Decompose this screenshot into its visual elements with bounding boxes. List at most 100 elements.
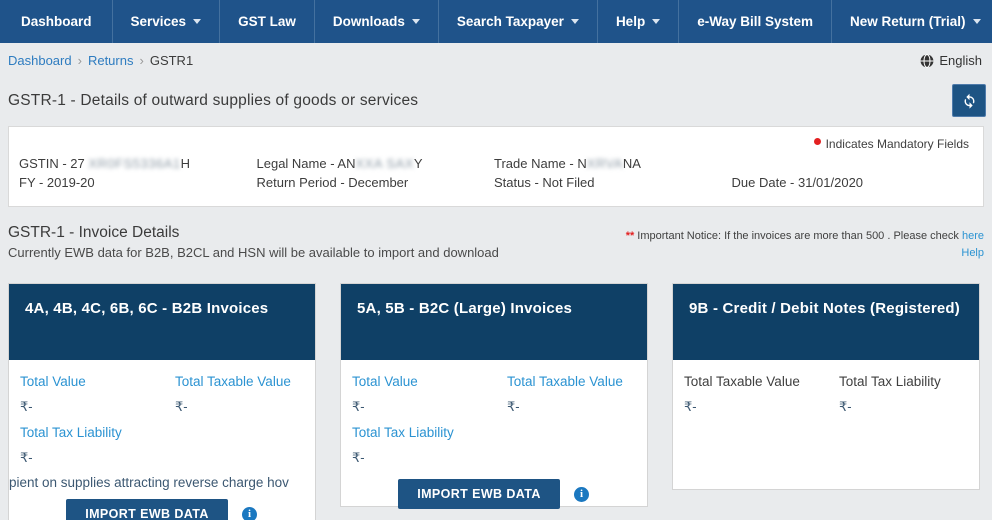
nav-downloads[interactable]: Downloads	[315, 0, 439, 43]
mandatory-fields-note: Indicates Mandatory Fields	[19, 135, 969, 153]
nav-downloads-label: Downloads	[332, 14, 405, 29]
total-value-link[interactable]: Total Value	[352, 374, 418, 389]
total-taxable-link[interactable]: Total Taxable Value	[507, 374, 623, 389]
help-line: Help	[626, 245, 984, 262]
page-title: GSTR-1 - Details of outward supplies of …	[8, 91, 419, 109]
summary-col-legal: Legal Name - ANXXA SAXY Return Period - …	[257, 155, 495, 192]
section-title: GSTR-1 - Invoice Details	[8, 224, 180, 241]
section-subtitle: Currently EWB data for B2B, B2CL and HSN…	[8, 245, 499, 260]
total-taxable-amount: ₹-	[175, 399, 188, 414]
tile-credit-debit-notes: 9B - Credit / Debit Notes (Registered) T…	[672, 283, 980, 490]
metric-total-taxable: Total Taxable Value ₹-	[175, 373, 303, 424]
tax-liability-amount: ₹-	[352, 450, 365, 465]
breadcrumb-returns[interactable]: Returns	[88, 53, 134, 68]
language-selector[interactable]: English	[920, 53, 982, 68]
nav-help[interactable]: Help	[598, 0, 680, 43]
trade-name-suffix: NA	[622, 156, 641, 171]
metric-total-taxable: Total Taxable Value ₹-	[507, 373, 635, 424]
legal-name: Legal Name - ANXXA SAXY	[257, 155, 495, 174]
taxpayer-summary-grid: GSTIN - 27 XR0FS5336A1H FY - 2019-20 Leg…	[19, 155, 969, 192]
breadcrumb-current: GSTR1	[149, 53, 194, 68]
gstin-prefix: GSTIN - 27	[19, 156, 85, 171]
gstin-value: GSTIN - 27 XR0FS5336A1H	[19, 155, 257, 174]
total-taxable-link[interactable]: Total Taxable Value	[175, 374, 291, 389]
chevron-down-icon	[972, 19, 981, 28]
gstin-suffix: H	[180, 156, 190, 171]
legal-name-prefix: Legal Name - AN	[256, 156, 356, 171]
info-icon[interactable]	[242, 506, 257, 520]
import-ewb-data-button[interactable]: IMPORT EWB DATA	[66, 499, 228, 520]
nav-search-taxpayer[interactable]: Search Taxpayer	[439, 0, 598, 43]
metric-total-value: Total Value ₹-	[20, 373, 175, 424]
total-value-amount: ₹-	[352, 399, 365, 414]
page-title-row: GSTR-1 - Details of outward supplies of …	[8, 84, 986, 117]
tax-liability-link[interactable]: Total Tax Liability	[20, 425, 122, 440]
chevron-down-icon	[570, 19, 579, 28]
filing-status: Status - Not Filed	[494, 174, 595, 190]
tile-b2c-header: 5A, 5B - B2C (Large) Invoices	[341, 284, 647, 360]
breadcrumb-separator: ›	[139, 53, 144, 68]
chevron-down-icon	[411, 19, 420, 28]
return-period: Return Period - December	[256, 174, 409, 190]
globe-icon	[920, 53, 934, 68]
tile-b2b-body: Total Value ₹- Total Taxable Value ₹- To…	[9, 360, 315, 520]
nav-dashboard[interactable]: Dashboard	[0, 0, 113, 43]
scrolling-notice-text: ipient on supplies attracting reverse ch…	[9, 475, 289, 490]
help-link[interactable]: Help	[961, 247, 984, 259]
summary-col-gstin: GSTIN - 27 XR0FS5336A1H FY - 2019-20	[19, 155, 257, 192]
section-left: GSTR-1 - Invoice Details Currently EWB d…	[8, 224, 499, 262]
nav-services[interactable]: Services	[113, 0, 221, 43]
scrolling-notice: ipient on supplies attracting reverse ch…	[9, 475, 315, 490]
tile-b2c-metrics: Total Value ₹- Total Taxable Value ₹-	[352, 373, 635, 424]
legal-name-redacted: XXA SAX	[355, 156, 414, 171]
refresh-button[interactable]	[952, 84, 986, 117]
total-taxable-amount: ₹-	[684, 399, 697, 414]
breadcrumb-separator: ›	[77, 53, 82, 68]
legal-name-suffix: Y	[413, 156, 423, 171]
nav-gst-law-label: GST Law	[238, 14, 296, 29]
chevron-down-icon	[652, 19, 661, 28]
nav-eway-bill-system-label: e-Way Bill System	[697, 14, 813, 29]
financial-year: FY - 2019-20	[19, 174, 95, 190]
tile-b2b-metrics: Total Value ₹- Total Taxable Value ₹-	[20, 373, 303, 424]
metric-total-taxable: Total Taxable Value ₹-	[684, 373, 839, 424]
total-taxable-amount: ₹-	[507, 399, 520, 414]
tax-liability-label: Total Tax Liability	[839, 374, 941, 389]
notice-text: Important Notice: If the invoices are mo…	[637, 230, 959, 242]
info-icon[interactable]	[574, 486, 589, 502]
total-taxable-label: Total Taxable Value	[684, 374, 800, 389]
nav-gst-law[interactable]: GST Law	[220, 0, 315, 43]
tile-cdn-header: 9B - Credit / Debit Notes (Registered)	[673, 284, 979, 360]
tax-liability-amount: ₹-	[20, 450, 33, 465]
chevron-down-icon	[193, 19, 202, 28]
tax-liability-link[interactable]: Total Tax Liability	[352, 425, 454, 440]
total-value-link[interactable]: Total Value	[20, 374, 86, 389]
breadcrumb-dashboard[interactable]: Dashboard	[8, 53, 72, 68]
tile-cdn-metrics: Total Taxable Value ₹- Total Tax Liabili…	[684, 373, 967, 424]
tax-liability-amount: ₹-	[839, 399, 852, 414]
trade-name-redacted: XRVA	[586, 156, 623, 171]
trade-name-prefix: Trade Name - N	[494, 156, 587, 171]
nav-new-return-trial[interactable]: New Return (Trial)	[832, 0, 992, 43]
tile-b2c-large-invoices: 5A, 5B - B2C (Large) Invoices Total Valu…	[340, 283, 648, 509]
top-navigation: Dashboard Services GST Law Downloads Sea…	[0, 0, 992, 43]
metric-total-value: Total Value ₹-	[352, 373, 507, 424]
invoice-tiles: 4A, 4B, 4C, 6B, 6C - B2B Invoices Total …	[8, 283, 984, 520]
nav-dashboard-label: Dashboard	[21, 14, 92, 29]
refresh-icon	[964, 93, 974, 109]
total-value-amount: ₹-	[20, 399, 33, 414]
due-date: Due Date - 31/01/2020	[731, 174, 864, 190]
nav-eway-bill-system[interactable]: e-Way Bill System	[679, 0, 832, 43]
important-notice: ** Important Notice: If the invoices are …	[626, 228, 984, 262]
notice-here-link[interactable]: here	[962, 230, 984, 242]
metric-tax-liability: Total Tax Liability ₹-	[20, 424, 303, 466]
nav-services-label: Services	[130, 14, 187, 29]
summary-col-due-date: Due Date - 31/01/2020	[732, 155, 970, 192]
nav-new-return-trial-label: New Return (Trial)	[850, 14, 966, 29]
import-ewb-data-button[interactable]: IMPORT EWB DATA	[398, 479, 560, 509]
tile-b2c-actions: IMPORT EWB DATA	[352, 479, 635, 509]
notice-line: ** Important Notice: If the invoices are …	[626, 228, 984, 245]
nav-help-label: Help	[615, 14, 646, 29]
tile-b2b-invoices: 4A, 4B, 4C, 6B, 6C - B2B Invoices Total …	[8, 283, 316, 520]
language-label: English	[939, 53, 982, 68]
